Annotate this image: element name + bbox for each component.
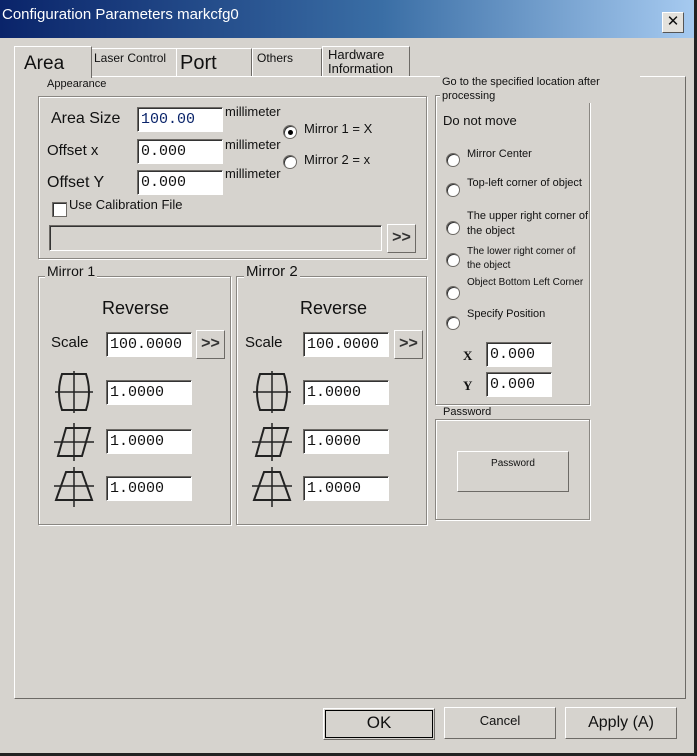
offset-x-label: Offset x xyxy=(47,142,99,159)
cancel-button[interactable]: Cancel xyxy=(444,707,556,739)
goto-mirror-center-label: Mirror Center xyxy=(467,148,532,160)
trapezoid-distortion-icon xyxy=(54,467,94,507)
offset-x-unit: millimeter xyxy=(225,137,281,152)
mirror1-scale-label: Scale xyxy=(51,334,89,351)
calibration-label: Use Calibration File xyxy=(69,197,183,212)
tab-area[interactable]: Area xyxy=(14,46,92,80)
calibration-browse-button[interactable]: >> xyxy=(387,224,416,253)
mirror1-barrel-input[interactable] xyxy=(106,380,192,405)
tab-port[interactable]: Port xyxy=(176,48,252,76)
apply-button-label: Apply (A) xyxy=(588,714,654,731)
offset-x-input[interactable] xyxy=(137,139,223,164)
tab-area-label: Area xyxy=(24,53,65,74)
window-title: Configuration Parameters markcfg0 xyxy=(2,6,239,23)
parallelogram-distortion-icon xyxy=(54,423,94,461)
area-size-input[interactable] xyxy=(137,107,223,132)
mirror2-x-radio[interactable] xyxy=(283,155,297,169)
mirror2-parallelogram-input[interactable] xyxy=(303,429,389,454)
barrel-distortion-icon xyxy=(253,371,291,413)
mirror1-x-radio[interactable] xyxy=(283,125,297,139)
mirror2-scale-label: Scale xyxy=(245,334,283,351)
goto-lower-right-radio[interactable] xyxy=(446,253,460,267)
mirror2-title: Mirror 2 xyxy=(244,263,300,280)
goto-mirror-center-radio[interactable] xyxy=(446,153,460,167)
goto-title: Go to the specified location after proce… xyxy=(440,75,640,103)
goto-bottom-left-label: Object Bottom Left Corner xyxy=(467,277,584,288)
calibration-checkbox[interactable] xyxy=(52,202,67,217)
mirror2-barrel-input[interactable] xyxy=(303,380,389,405)
close-icon: ✕ xyxy=(666,13,680,30)
mirror2-trapezoid-input[interactable] xyxy=(303,476,389,501)
trapezoid-distortion-icon xyxy=(252,467,292,507)
double-chevron-right-icon: >> xyxy=(201,335,220,352)
mirror2-reverse-label: Reverse xyxy=(300,298,368,318)
goto-lower-right-label: The lower right corner of the object xyxy=(467,246,576,271)
tab-others[interactable]: Others xyxy=(252,48,322,76)
barrel-distortion-icon xyxy=(55,371,93,413)
double-chevron-right-icon: >> xyxy=(392,229,411,246)
goto-top-left-radio[interactable] xyxy=(446,183,460,197)
tab-hardware-information-label: Hardware Information xyxy=(328,47,394,76)
goto-specify-position-label: Specify Position xyxy=(467,308,546,320)
goto-bottom-left-radio[interactable] xyxy=(446,286,460,300)
goto-top-left-label: Top-left corner of object xyxy=(467,177,582,189)
password-button[interactable]: Password xyxy=(457,451,569,492)
offset-y-input[interactable] xyxy=(137,170,223,195)
offset-y-unit: millimeter xyxy=(225,166,281,181)
mirror1-title: Mirror 1 xyxy=(45,263,98,279)
goto-x-input[interactable] xyxy=(486,342,552,367)
ok-button-label: OK xyxy=(366,713,392,732)
password-title: Password xyxy=(441,406,494,418)
goto-upper-right-label: The upper right corner of the object xyxy=(467,210,589,237)
goto-y-input[interactable] xyxy=(486,372,552,397)
calibration-path-input[interactable] xyxy=(49,225,382,251)
tab-others-label: Others xyxy=(257,51,294,65)
title-bar[interactable]: Configuration Parameters markcfg0 xyxy=(0,0,694,38)
password-button-label: Password xyxy=(491,458,535,469)
mirror1-parallelogram-input[interactable] xyxy=(106,429,192,454)
goto-upper-right-radio[interactable] xyxy=(446,221,460,235)
mirror1-scale-input[interactable] xyxy=(106,332,192,357)
area-size-unit: millimeter xyxy=(225,104,281,119)
tab-laser-control-label: Laser Control xyxy=(94,51,167,65)
goto-x-label: X xyxy=(463,348,473,363)
tab-laser-control[interactable]: Laser Control xyxy=(90,48,178,76)
tab-hardware-information[interactable]: Hardware Information xyxy=(322,46,410,76)
double-chevron-right-icon: >> xyxy=(399,335,418,352)
area-size-label: Area Size xyxy=(51,110,121,127)
goto-y-label: Y xyxy=(463,378,473,393)
parallelogram-distortion-icon xyxy=(252,423,292,461)
ok-button[interactable]: OK xyxy=(323,708,435,740)
cancel-button-label: Cancel xyxy=(479,713,521,728)
offset-y-label: Offset Y xyxy=(47,174,105,191)
tab-port-label: Port xyxy=(180,52,217,74)
mirror1-scale-button[interactable]: >> xyxy=(196,330,225,359)
mirror2-x-label: Mirror 2 = x xyxy=(304,152,371,167)
mirror2-scale-input[interactable] xyxy=(303,332,389,357)
mirror1-reverse-label: Reverse xyxy=(102,298,170,318)
goto-specify-position-radio[interactable] xyxy=(446,316,460,330)
close-button[interactable]: ✕ xyxy=(662,12,684,33)
mirror1-trapezoid-input[interactable] xyxy=(106,476,192,501)
config-dialog: Configuration Parameters markcfg0 ✕ Area… xyxy=(0,0,697,756)
mirror2-scale-button[interactable]: >> xyxy=(394,330,423,359)
do-not-move-label: Do not move xyxy=(443,113,517,128)
apply-button[interactable]: Apply (A) xyxy=(565,707,677,739)
appearance-title: Appearance xyxy=(45,78,109,90)
mirror1-x-label: Mirror 1 = X xyxy=(304,121,373,136)
